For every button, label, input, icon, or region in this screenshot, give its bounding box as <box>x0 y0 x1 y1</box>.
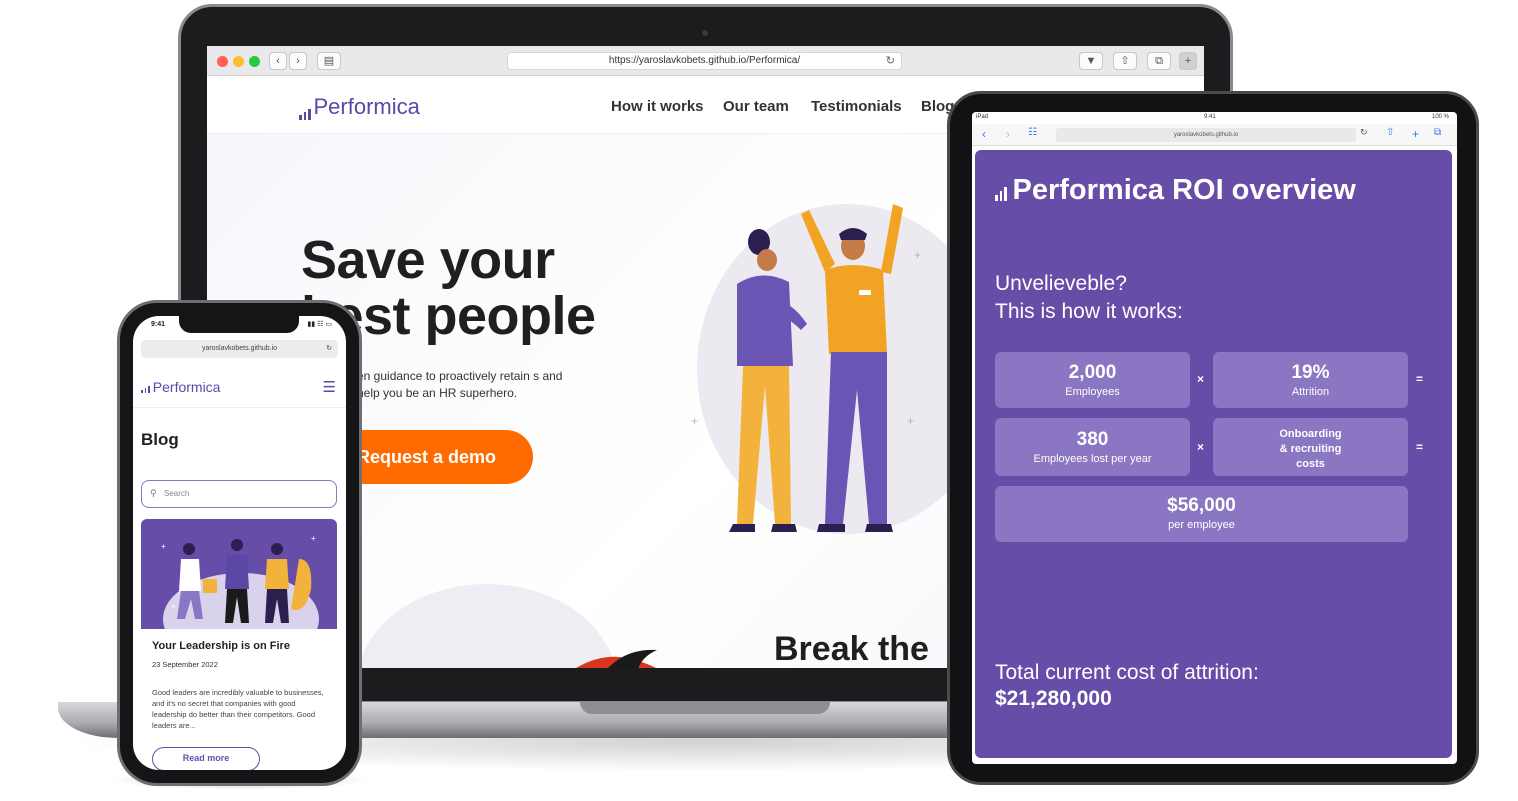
tablet-browser-toolbar: ‹ › ☷ yaroslavkobets.github.io ↻ ⇧ + ⧉ <box>972 124 1457 146</box>
nav-link-testimonials[interactable]: Testimonials <box>811 98 902 115</box>
download-icon[interactable]: ▼ <box>1079 52 1103 70</box>
logo-bars-icon <box>299 109 311 120</box>
equals-operator: = <box>1416 440 1424 454</box>
roi-question-line-2: This is how it works: <box>995 300 1183 323</box>
svg-text:+: + <box>161 542 166 551</box>
blog-card-title[interactable]: Your Leadership is on Fire <box>152 640 290 652</box>
tablet-status-bar: iPad 9:41 100 % <box>972 112 1457 124</box>
tablet-address-bar-url: yaroslavkobets.github.io <box>1173 132 1239 138</box>
cost-per-employee-value: $56,000 <box>1167 495 1236 516</box>
share-icon[interactable]: ⇧ <box>1113 52 1137 70</box>
tabs-icon[interactable]: ⧉ <box>1434 127 1441 138</box>
search-input[interactable]: ⚲ Search <box>141 480 337 508</box>
roi-title-text: Performica ROI overview <box>1012 174 1356 206</box>
page-title: Blog <box>141 430 179 449</box>
tablet-time: 9:41 <box>1204 114 1216 120</box>
blog-card-image[interactable]: + + × <box>141 519 337 629</box>
svg-text:+: + <box>311 534 316 543</box>
close-window-button[interactable] <box>217 56 228 67</box>
total-cost-label: Total current cost of attrition: <box>995 661 1259 684</box>
roi-title: Performica ROI overview <box>995 174 1356 207</box>
multiply-operator: × <box>1197 440 1205 454</box>
hero-subtitle: en guidance to proactively retain s and … <box>357 369 563 400</box>
tabs-icon[interactable]: ⧉ <box>1147 52 1171 70</box>
blog-card-illustration: + + × <box>161 534 319 629</box>
section-title: Break the <box>774 630 929 668</box>
cost-per-employee-box: $56,000 per employee <box>995 486 1408 542</box>
phone-site-header: Performica ☰ <box>133 364 346 408</box>
site-logo[interactable]: Performica <box>141 379 220 395</box>
section-illustration <box>576 649 657 668</box>
bookmarks-icon[interactable]: ☷ <box>1028 127 1037 138</box>
back-icon[interactable]: ‹ <box>982 127 986 141</box>
hamburger-menu-icon[interactable]: ☰ <box>323 378 336 396</box>
signal-wifi-battery-icon: ▮▮ ☷ ▭ <box>307 321 332 328</box>
employees-box: 2,000 Employees <box>995 352 1190 408</box>
phone-address-bar-url: yaroslavkobets.github.io <box>201 345 278 352</box>
multiply-operator: × <box>1197 372 1205 386</box>
search-placeholder: Search <box>164 489 190 498</box>
tablet-screen: iPad 9:41 100 % ‹ › ☷ yaroslavkobets.git… <box>972 112 1457 764</box>
attrition-value: 19% <box>1291 362 1330 383</box>
search-icon: ⚲ <box>150 488 157 498</box>
site-logo-text: Performica <box>313 94 420 119</box>
attrition-label: Attrition <box>1291 386 1330 398</box>
forward-icon[interactable]: › <box>1006 127 1010 141</box>
request-demo-button[interactable]: Request a demo <box>337 430 533 484</box>
svg-text:×: × <box>171 602 176 611</box>
share-icon[interactable]: ⇧ <box>1386 127 1394 138</box>
attrition-box: 19% Attrition <box>1213 352 1408 408</box>
address-bar-url: https://yaroslavkobets.github.io/Perform… <box>608 55 801 66</box>
phone-screen: 9:41 ▮▮ ☷ ▭ yaroslavkobets.github.io ↻ P… <box>133 316 346 770</box>
employees-lost-label: Employees lost per year <box>1033 453 1152 465</box>
address-bar[interactable]: https://yaroslavkobets.github.io/Perform… <box>507 52 902 70</box>
reload-icon[interactable]: ↻ <box>326 340 332 358</box>
employees-label: Employees <box>1065 386 1120 398</box>
reload-icon[interactable]: ↻ <box>1360 127 1368 138</box>
equals-operator: = <box>1416 372 1424 386</box>
minimize-window-button[interactable] <box>233 56 244 67</box>
total-cost-value: $21,280,000 <box>995 687 1112 710</box>
hero-title-line-1: Save your <box>301 230 555 290</box>
logo-bars-icon <box>141 386 150 393</box>
read-more-button[interactable]: Read more <box>152 747 260 770</box>
new-tab-icon[interactable]: + <box>1179 52 1197 70</box>
employees-lost-value: 380 <box>1076 429 1109 450</box>
onboarding-costs-box: Onboarding & recruiting costs <box>1213 418 1408 476</box>
logo-bars-icon <box>995 187 1007 201</box>
roi-question-line-1: Unvelieveble? <box>995 272 1127 295</box>
hero-illustration <box>729 204 977 532</box>
blog-card-date: 23 September 2022 <box>152 660 218 669</box>
laptop-camera <box>702 30 708 36</box>
phone-address-bar[interactable]: yaroslavkobets.github.io ↻ <box>141 340 338 358</box>
browser-toolbar: ‹ › ▤ https://yaroslavkobets.github.io/P… <box>207 46 1204 76</box>
roi-panel: Performica ROI overview Unvelieveble? Th… <box>975 150 1452 758</box>
onboarding-line-1: Onboarding <box>1279 428 1342 440</box>
onboarding-line-3: costs <box>1296 458 1325 470</box>
tablet-carrier: iPad <box>976 114 989 120</box>
forward-button[interactable]: › <box>289 52 307 70</box>
site-logo-text: Performica <box>152 379 221 395</box>
fullscreen-window-button[interactable] <box>249 56 260 67</box>
sparkle-icon: + <box>691 414 699 428</box>
employees-lost-box: 380 Employees lost per year <box>995 418 1190 476</box>
back-button[interactable]: ‹ <box>269 52 287 70</box>
tablet-address-bar[interactable]: yaroslavkobets.github.io <box>1056 128 1356 142</box>
new-tab-icon[interactable]: + <box>1412 127 1419 141</box>
site-logo[interactable]: Performica <box>299 94 420 120</box>
reload-icon[interactable]: ↻ <box>886 53 895 69</box>
phone-notch <box>179 316 299 333</box>
nav-link-how-it-works[interactable]: How it works <box>611 98 704 115</box>
total-cost: Total current cost of attrition: $21,280… <box>995 660 1259 712</box>
blog-card-excerpt: Good leaders are incredibly valuable to … <box>152 688 324 730</box>
onboarding-line-2: & recruiting <box>1279 443 1342 455</box>
sidebar-icon[interactable]: ▤ <box>317 52 341 70</box>
tablet-battery: 100 % <box>1431 114 1449 120</box>
laptop-base-notch <box>580 702 830 714</box>
cost-per-employee-label: per employee <box>1168 519 1235 531</box>
roi-question: Unvelieveble? This is how it works: <box>995 270 1183 326</box>
phone-time: 9:41 <box>151 321 166 328</box>
employees-value: 2,000 <box>1068 362 1117 383</box>
nav-link-our-team[interactable]: Our team <box>723 98 789 115</box>
